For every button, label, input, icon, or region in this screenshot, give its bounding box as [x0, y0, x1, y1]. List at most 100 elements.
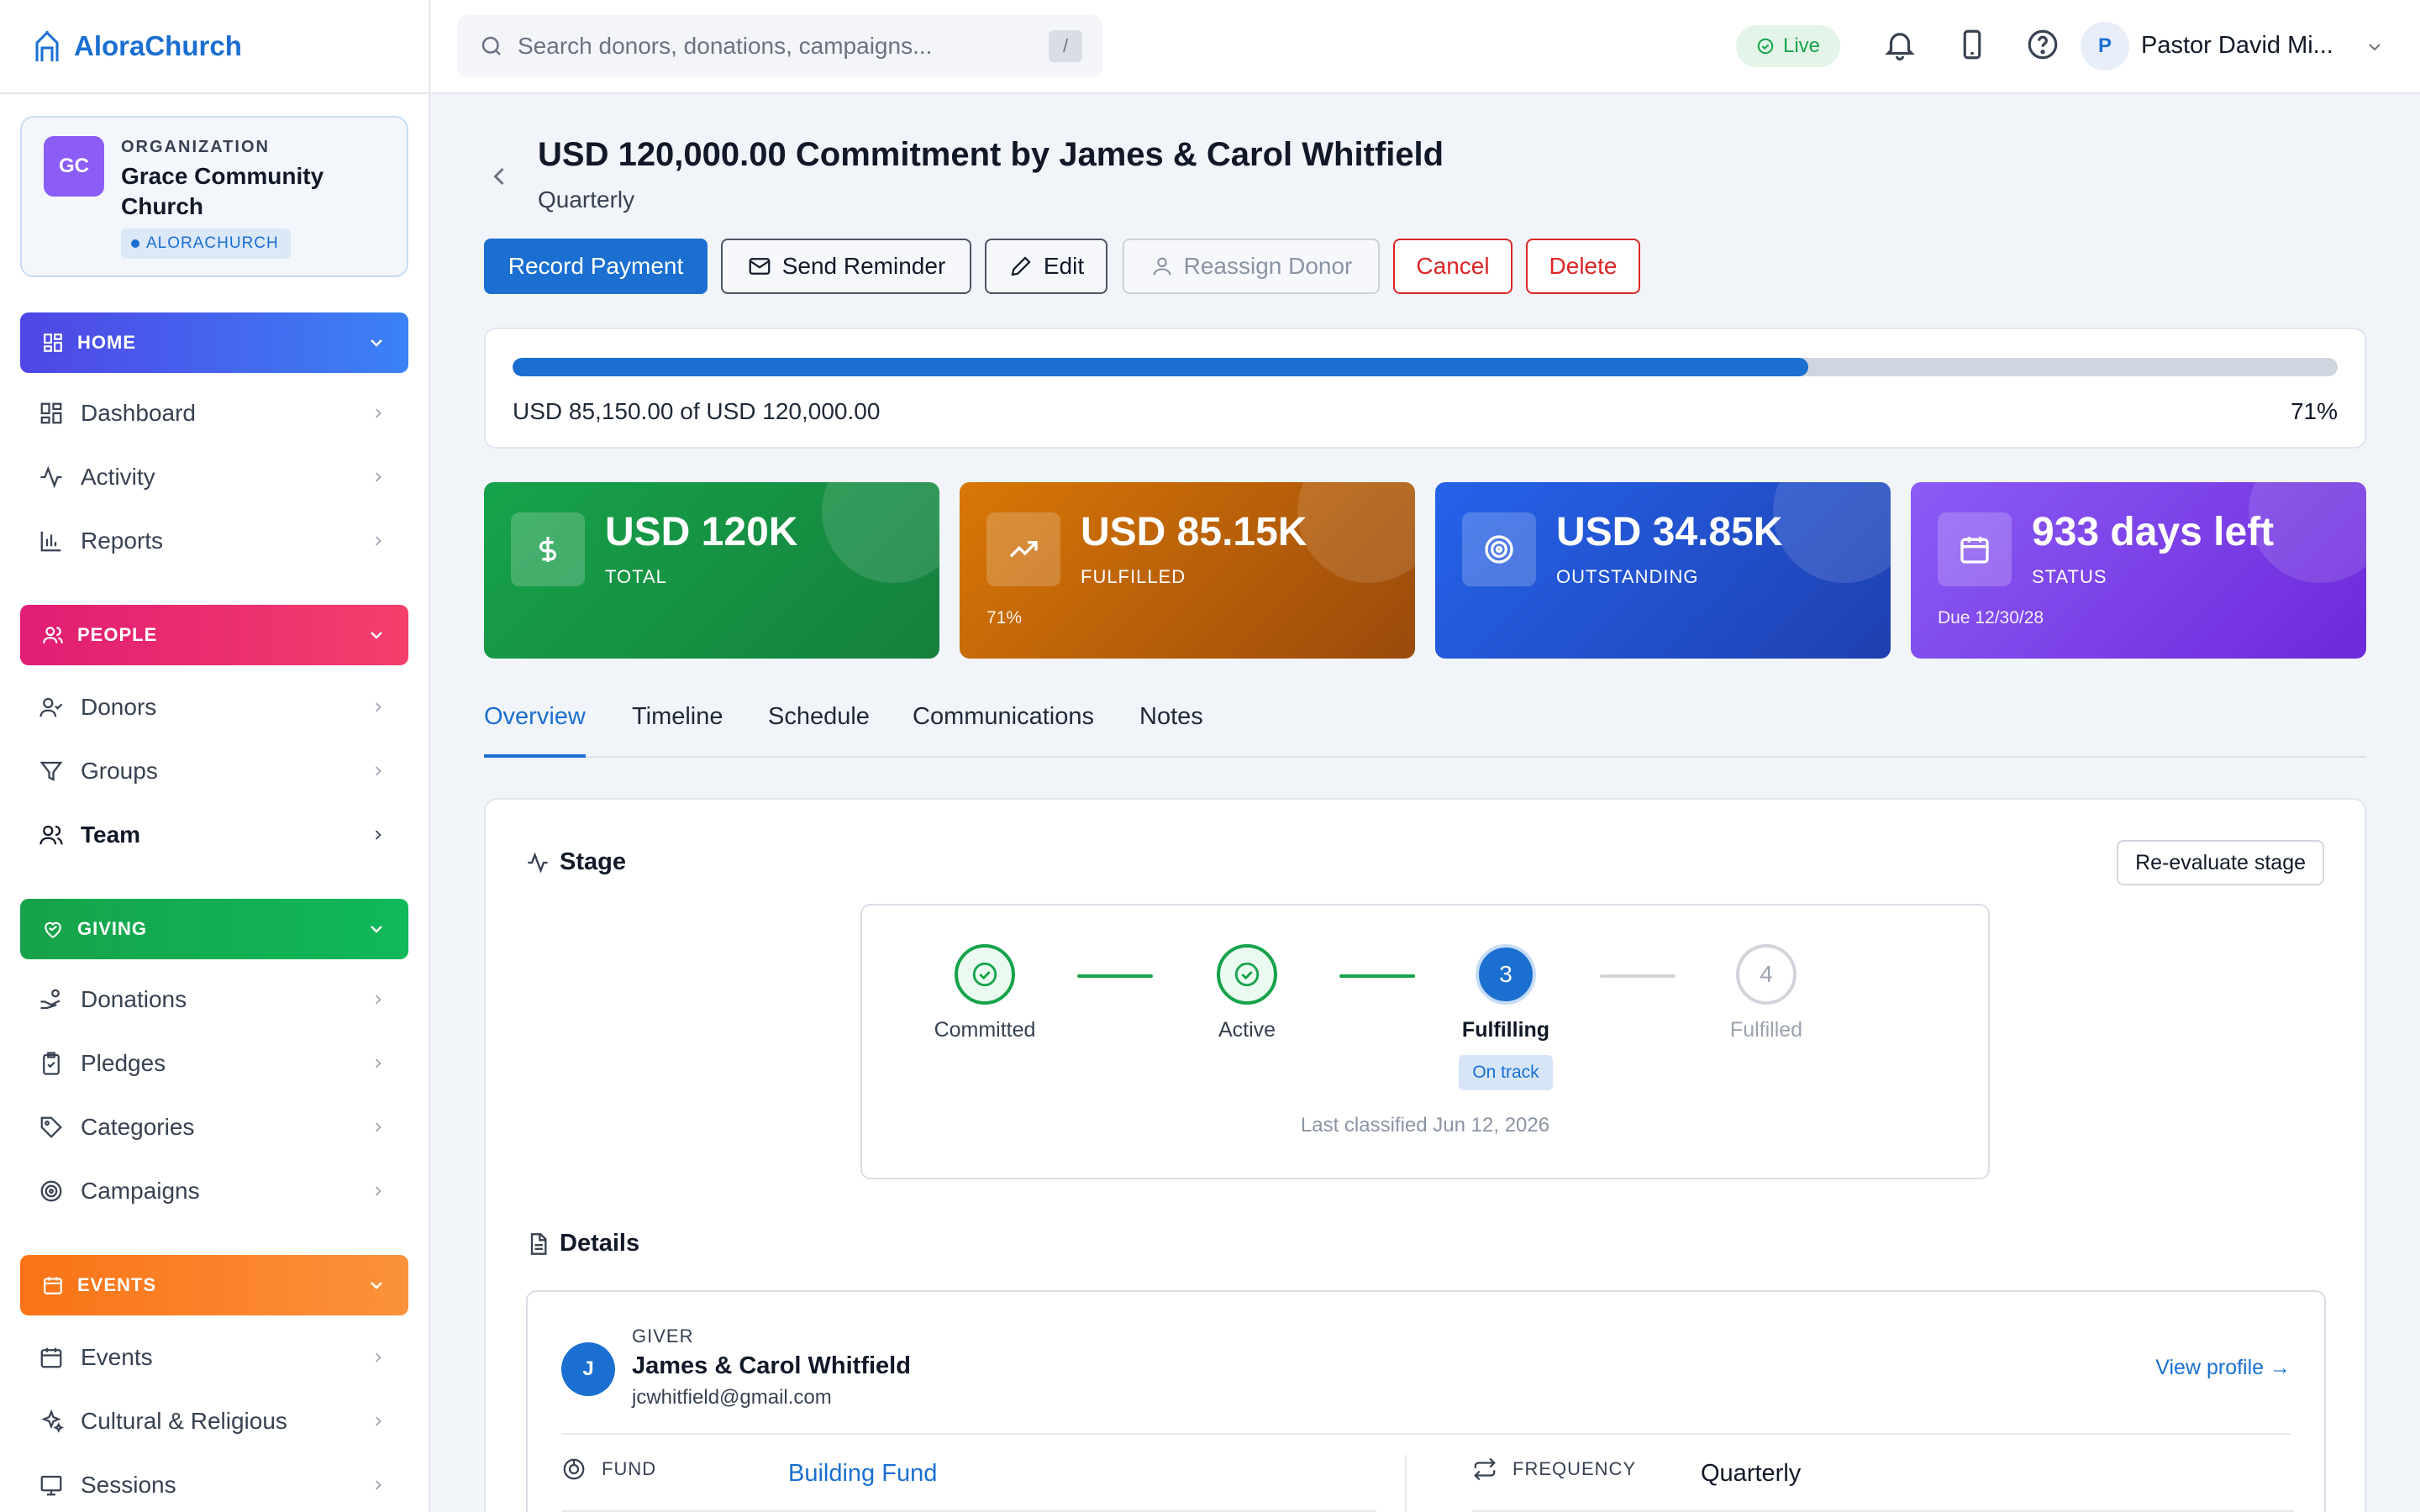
- step-number: 4: [1736, 944, 1797, 1005]
- progress-track: [513, 358, 2338, 376]
- sidebar-item-team[interactable]: Team: [20, 808, 408, 862]
- live-status-badge: Live: [1736, 25, 1840, 67]
- tab-communications[interactable]: Communications: [913, 696, 1094, 758]
- progress-percent: 71%: [2290, 398, 2338, 424]
- section-events[interactable]: EVENTS: [20, 1255, 408, 1315]
- field-label: FUND: [602, 1458, 657, 1479]
- details-box: J GIVER James & Carol Whitfield jcwhitfi…: [526, 1290, 2326, 1512]
- progress-text: USD 85,150.00 of USD 120,000.00: [513, 398, 881, 424]
- decorative-circle: [1773, 482, 1891, 583]
- sidebar-item-dashboard[interactable]: Dashboard: [20, 386, 408, 440]
- sidebar-item-label: Events: [81, 1344, 153, 1370]
- chevron-right-icon: [370, 827, 387, 843]
- section-label: GIVING: [77, 918, 148, 939]
- view-profile-link[interactable]: View profile →: [2155, 1356, 2291, 1380]
- edit-button[interactable]: Edit: [985, 239, 1107, 294]
- section-people[interactable]: PEOPLE: [20, 605, 408, 665]
- sidebar-item-label: Activity: [81, 464, 155, 490]
- back-chevron-icon[interactable]: [484, 161, 514, 192]
- check-circle-icon: [955, 944, 1015, 1005]
- sidebar-item-label: Groups: [81, 758, 158, 784]
- bell-icon[interactable]: [1882, 27, 1918, 62]
- cancel-button[interactable]: Cancel: [1393, 239, 1512, 294]
- sidebar-item-groups[interactable]: Groups: [20, 744, 408, 798]
- step-committed: Committed: [909, 944, 1060, 1042]
- user-name[interactable]: Pastor David Mi...: [2141, 32, 2333, 60]
- target-icon: [1462, 512, 1536, 586]
- details-heading: Details: [526, 1230, 639, 1257]
- sidebar-item-events[interactable]: Events: [20, 1331, 408, 1384]
- overview-card: Stage Re-evaluate stage Committed Active…: [484, 798, 2366, 1512]
- giver-label: GIVER: [632, 1326, 694, 1347]
- sidebar-item-categories[interactable]: Categories: [20, 1100, 408, 1154]
- help-icon[interactable]: [2025, 27, 2060, 62]
- progress-fill: [513, 358, 1809, 376]
- check-circle-icon: [1756, 37, 1775, 55]
- stat-value: USD 85.15K: [1081, 510, 1307, 554]
- sidebar-item-reports[interactable]: Reports: [20, 514, 408, 568]
- search-input[interactable]: Search donors, donations, campaigns... /: [457, 15, 1102, 77]
- step-label: Fulfilled: [1729, 1018, 1803, 1042]
- sidebar-item-donors[interactable]: Donors: [20, 680, 408, 734]
- sidebar-item-label: Campaigns: [81, 1178, 200, 1204]
- activity-icon: [526, 851, 550, 874]
- step-fulfilled: 4 Fulfilled: [1691, 944, 1842, 1042]
- calendar-icon: [1938, 512, 2012, 586]
- sidebar-item-campaigns[interactable]: Campaigns: [20, 1164, 408, 1218]
- sidebar-item-sessions[interactable]: Sessions: [20, 1458, 408, 1512]
- sidebar-item-label: Dashboard: [81, 400, 196, 426]
- sidebar-item-label: Donors: [81, 694, 157, 720]
- delete-button[interactable]: Delete: [1526, 239, 1640, 294]
- organization-card[interactable]: GC ORGANIZATION Grace Community Church A…: [20, 116, 408, 277]
- tab-overview[interactable]: Overview: [484, 696, 586, 758]
- sidebar-item-cultural-religious[interactable]: Cultural & Religious: [20, 1394, 408, 1448]
- frequency-value: Quarterly: [1701, 1460, 1802, 1487]
- hand-coins-icon: [39, 987, 64, 1012]
- heading-label: Details: [560, 1230, 640, 1257]
- church-logo-icon: [32, 29, 62, 63]
- button-label: Cancel: [1416, 253, 1490, 279]
- section-home[interactable]: HOME: [20, 312, 408, 373]
- brand[interactable]: AloraChurch: [0, 0, 429, 94]
- chevron-down-icon[interactable]: [2365, 37, 2385, 57]
- step-connector: [1600, 974, 1676, 978]
- sidebar-item-donations[interactable]: Donations: [20, 973, 408, 1026]
- reassign-donor-button[interactable]: Reassign Donor: [1123, 239, 1380, 294]
- chevron-right-icon: [370, 469, 387, 486]
- chevron-down-icon: [366, 919, 387, 939]
- stat-label: STATUS: [2032, 566, 2107, 587]
- chevron-right-icon: [370, 991, 387, 1008]
- step-fulfilling: 3 Fulfilling: [1430, 944, 1581, 1042]
- reevaluate-stage-button[interactable]: Re-evaluate stage: [2117, 840, 2324, 885]
- tab-timeline[interactable]: Timeline: [632, 696, 723, 758]
- chevron-down-icon: [366, 1275, 387, 1295]
- org-avatar: GC: [44, 136, 104, 197]
- on-track-badge: On track: [1459, 1055, 1553, 1090]
- stat-sub: Due 12/30/28: [1938, 608, 2044, 627]
- users-icon: [42, 624, 64, 646]
- stat-value: USD 34.85K: [1556, 510, 1783, 554]
- section-giving[interactable]: GIVING: [20, 899, 408, 959]
- sidebar-item-activity[interactable]: Activity: [20, 450, 408, 504]
- fund-value-link[interactable]: Building Fund: [788, 1460, 937, 1488]
- sidebar: AloraChurch GC ORGANIZATION Grace Commun…: [0, 0, 430, 1512]
- tab-notes[interactable]: Notes: [1139, 696, 1203, 758]
- avatar[interactable]: P: [2081, 22, 2129, 71]
- record-payment-button[interactable]: Record Payment: [484, 239, 708, 294]
- stat-value: 933 days left: [2032, 510, 2275, 554]
- tab-schedule[interactable]: Schedule: [768, 696, 870, 758]
- check-circle-icon: [1217, 944, 1277, 1005]
- chevron-down-icon: [366, 333, 387, 353]
- giver-name: James & Carol Whitfield: [632, 1352, 911, 1379]
- send-reminder-button[interactable]: Send Reminder: [721, 239, 971, 294]
- users-icon: [39, 822, 64, 848]
- step-label: Committed: [934, 1018, 1036, 1042]
- sidebar-item-pledges[interactable]: Pledges: [20, 1037, 408, 1090]
- mobile-icon[interactable]: [1954, 27, 1990, 62]
- sidebar-item-label: Categories: [81, 1114, 195, 1140]
- frequency-field: FREQUENCY: [1472, 1457, 1636, 1482]
- grid-icon: [39, 401, 64, 426]
- stat-label: TOTAL: [605, 566, 667, 587]
- sidebar-item-label: Pledges: [81, 1050, 166, 1076]
- step-number: 3: [1476, 944, 1536, 1005]
